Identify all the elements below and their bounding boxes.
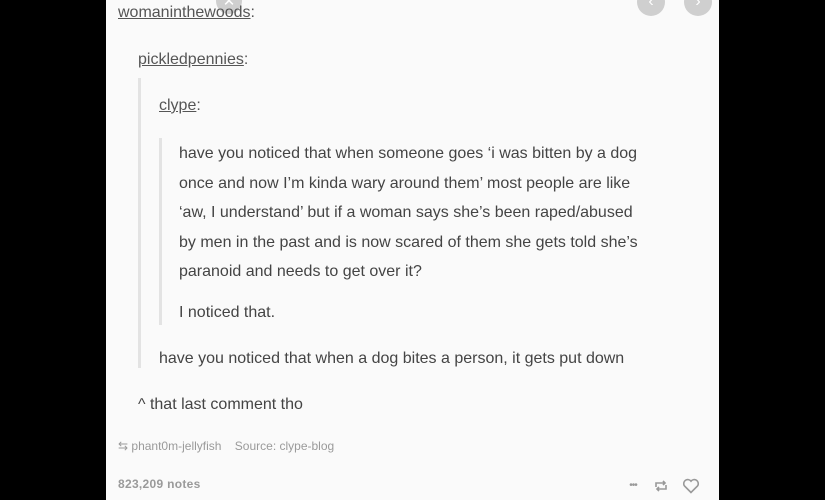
quote-border: [159, 138, 162, 325]
heart-icon[interactable]: [680, 476, 702, 496]
source-label: Source:: [234, 439, 277, 453]
final-comment-text: ^ that last comment tho: [138, 396, 303, 413]
reblog-source-link[interactable]: phant0m-jellyfish: [131, 439, 221, 453]
notes-count[interactable]: 823,209 notes: [118, 477, 201, 491]
text-line: paranoid and needs to get over it?: [179, 263, 422, 280]
post-source-row: ⇆ phant0m-jellyfish Source: clype-blog: [118, 439, 334, 453]
reblog-small-icon: ⇆: [118, 439, 129, 453]
quote-border: [138, 78, 141, 368]
text-line: have you noticed that when someone goes …: [179, 145, 638, 162]
username-link[interactable]: clype: [159, 97, 196, 114]
text-line: by men in the past and is now scared of …: [179, 233, 638, 251]
reblog-icon[interactable]: [651, 476, 671, 496]
username-link[interactable]: pickledpennies: [138, 51, 244, 68]
reblog-header-level2: pickledpennies:: [138, 51, 249, 68]
source-link[interactable]: clype-blog: [280, 439, 335, 453]
chevron-right-icon[interactable]: ›: [684, 0, 712, 16]
text-line: once and now I’m kinda wary around them’…: [179, 174, 631, 192]
more-icon[interactable]: •••: [623, 478, 643, 492]
username-link[interactable]: womaninthewoods: [118, 4, 251, 21]
tumblr-post: ✕ ‹ › womaninthewoods: pickledpennies: c…: [106, 0, 719, 500]
chevron-left-icon[interactable]: ‹: [637, 0, 665, 16]
original-post-text: have you noticed that when someone goes …: [179, 139, 709, 287]
reblog-header-level1: womaninthewoods:: [118, 4, 255, 21]
reblog-header-level3: clype:: [159, 97, 201, 114]
text-line: ‘aw, I understand’ but if a woman says s…: [179, 204, 633, 221]
pickled-reply-text: have you noticed that when a dog bites a…: [159, 350, 625, 367]
clype-reply-text: I noticed that.: [179, 304, 276, 321]
